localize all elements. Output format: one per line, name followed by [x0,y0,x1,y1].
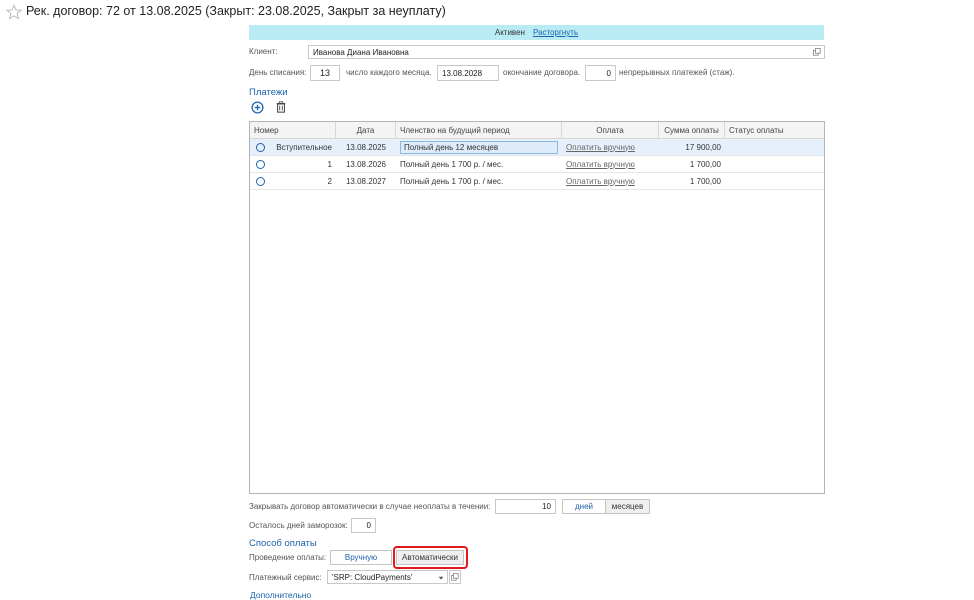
table-header: Номер Дата Членство на будущий период Оп… [250,122,824,139]
row-period: Полный день 1 700 р. / мес. [400,159,504,169]
each-month-label: число каждого месяца. [346,68,432,77]
billing-day-label: День списания: [249,68,307,77]
payments-heading: Платежи [249,87,288,98]
payment-method-label: Проведение оплаты: [249,553,327,562]
column-header[interactable]: Номер [250,122,336,138]
page-title: Рек. договор: 72 от 13.08.2025 (Закрыт: … [26,4,446,18]
payment-method-heading: Способ оплаты [249,538,317,549]
payment-service-value: 'SRP: CloudPayments' [332,572,413,582]
pay-manually-link[interactable]: Оплатить вручную [566,143,635,152]
add-icon [250,100,264,114]
row-date: 13.08.2027 [345,176,387,186]
client-label: Клиент: [249,47,278,56]
row-number-cell: Вступительное [250,139,336,155]
row-pay-cell: Оплатить вручную [562,139,659,155]
add-button[interactable] [250,100,264,114]
payment-service-open-button[interactable] [449,570,461,584]
delete-icon [276,101,286,113]
row-sum: 17 900,00 [685,142,721,152]
client-field[interactable]: Иванова Диана Ивановна [308,45,825,59]
billing-day-input[interactable]: 13 [310,65,340,81]
row-pay-cell: Оплатить вручную [562,173,659,189]
continuous-payments-input[interactable]: 0 [585,65,616,81]
status-bar: Активен Расторгнуть [249,25,824,40]
row-pay-cell: Оплатить вручную [562,156,659,172]
manual-button[interactable]: Вручную [330,550,392,565]
row-sum: 1 700,00 [689,176,721,186]
pay-manually-link[interactable]: Оплатить вручную [566,160,635,169]
row-number: 2 [327,176,332,186]
column-header[interactable]: Дата [336,122,396,138]
end-date-label: окончание договора. [503,68,581,77]
row-sum: 1 700,00 [689,159,721,169]
highlight-outline [393,546,468,569]
row-number: 1 [327,159,332,169]
end-date-input[interactable]: 13.08.2028 [437,65,499,81]
row-period: Полный день 1 700 р. / мес. [400,176,504,186]
delete-button[interactable] [274,100,288,114]
months-button[interactable]: месяцев [605,499,650,514]
row-period[interactable]: Полный день 12 месяцев [400,140,558,154]
payment-service-select[interactable]: 'SRP: CloudPayments' [327,570,448,584]
table-row[interactable]: 1 13.08.2026 Полный день 1 700 р. / мес.… [250,156,824,173]
row-number-cell: 1 [250,156,336,172]
row-radio[interactable] [256,159,265,169]
column-header[interactable]: Оплата [562,122,659,138]
terminate-link[interactable]: Расторгнуть [533,28,578,37]
status-label: Активен [494,28,525,37]
client-value: Иванова Диана Ивановна [313,47,409,57]
open-icon[interactable] [813,48,821,56]
row-date: 13.08.2026 [345,159,387,169]
open-icon [451,573,459,581]
row-radio[interactable] [256,176,265,186]
row-status [725,156,824,172]
auto-close-input[interactable]: 10 [495,499,556,514]
freeze-input[interactable]: 0 [351,518,376,533]
row-period-cell[interactable]: Полный день 12 месяцев [396,139,562,155]
star-icon[interactable] [6,4,22,20]
row-status [725,139,824,155]
pay-manually-link[interactable]: Оплатить вручную [566,177,635,186]
table-row[interactable]: Вступительное 13.08.2025 Полный день 12 … [250,139,824,156]
days-button[interactable]: дней [562,499,606,514]
column-header[interactable]: Статус оплаты [725,122,824,138]
payments-table[interactable]: Номер Дата Членство на будущий период Оп… [249,121,825,494]
column-header[interactable]: Сумма оплаты [659,122,725,138]
payment-service-label: Платежный сервис: [249,573,322,582]
row-number: Вступительное [276,142,332,152]
dropdown-icon[interactable] [437,574,445,582]
continuous-payments-label: непрерывных платежей (стаж). [619,68,735,77]
row-date: 13.08.2025 [345,142,387,152]
column-header[interactable]: Членство на будущий период [396,122,562,138]
row-radio[interactable] [256,142,265,152]
auto-close-label: Закрывать договор автоматически в случае… [249,502,491,511]
freeze-label: Осталось дней заморозок: [249,521,348,530]
row-status [725,173,824,189]
row-number-cell: 2 [250,173,336,189]
table-row[interactable]: 2 13.08.2027 Полный день 1 700 р. / мес.… [250,173,824,190]
